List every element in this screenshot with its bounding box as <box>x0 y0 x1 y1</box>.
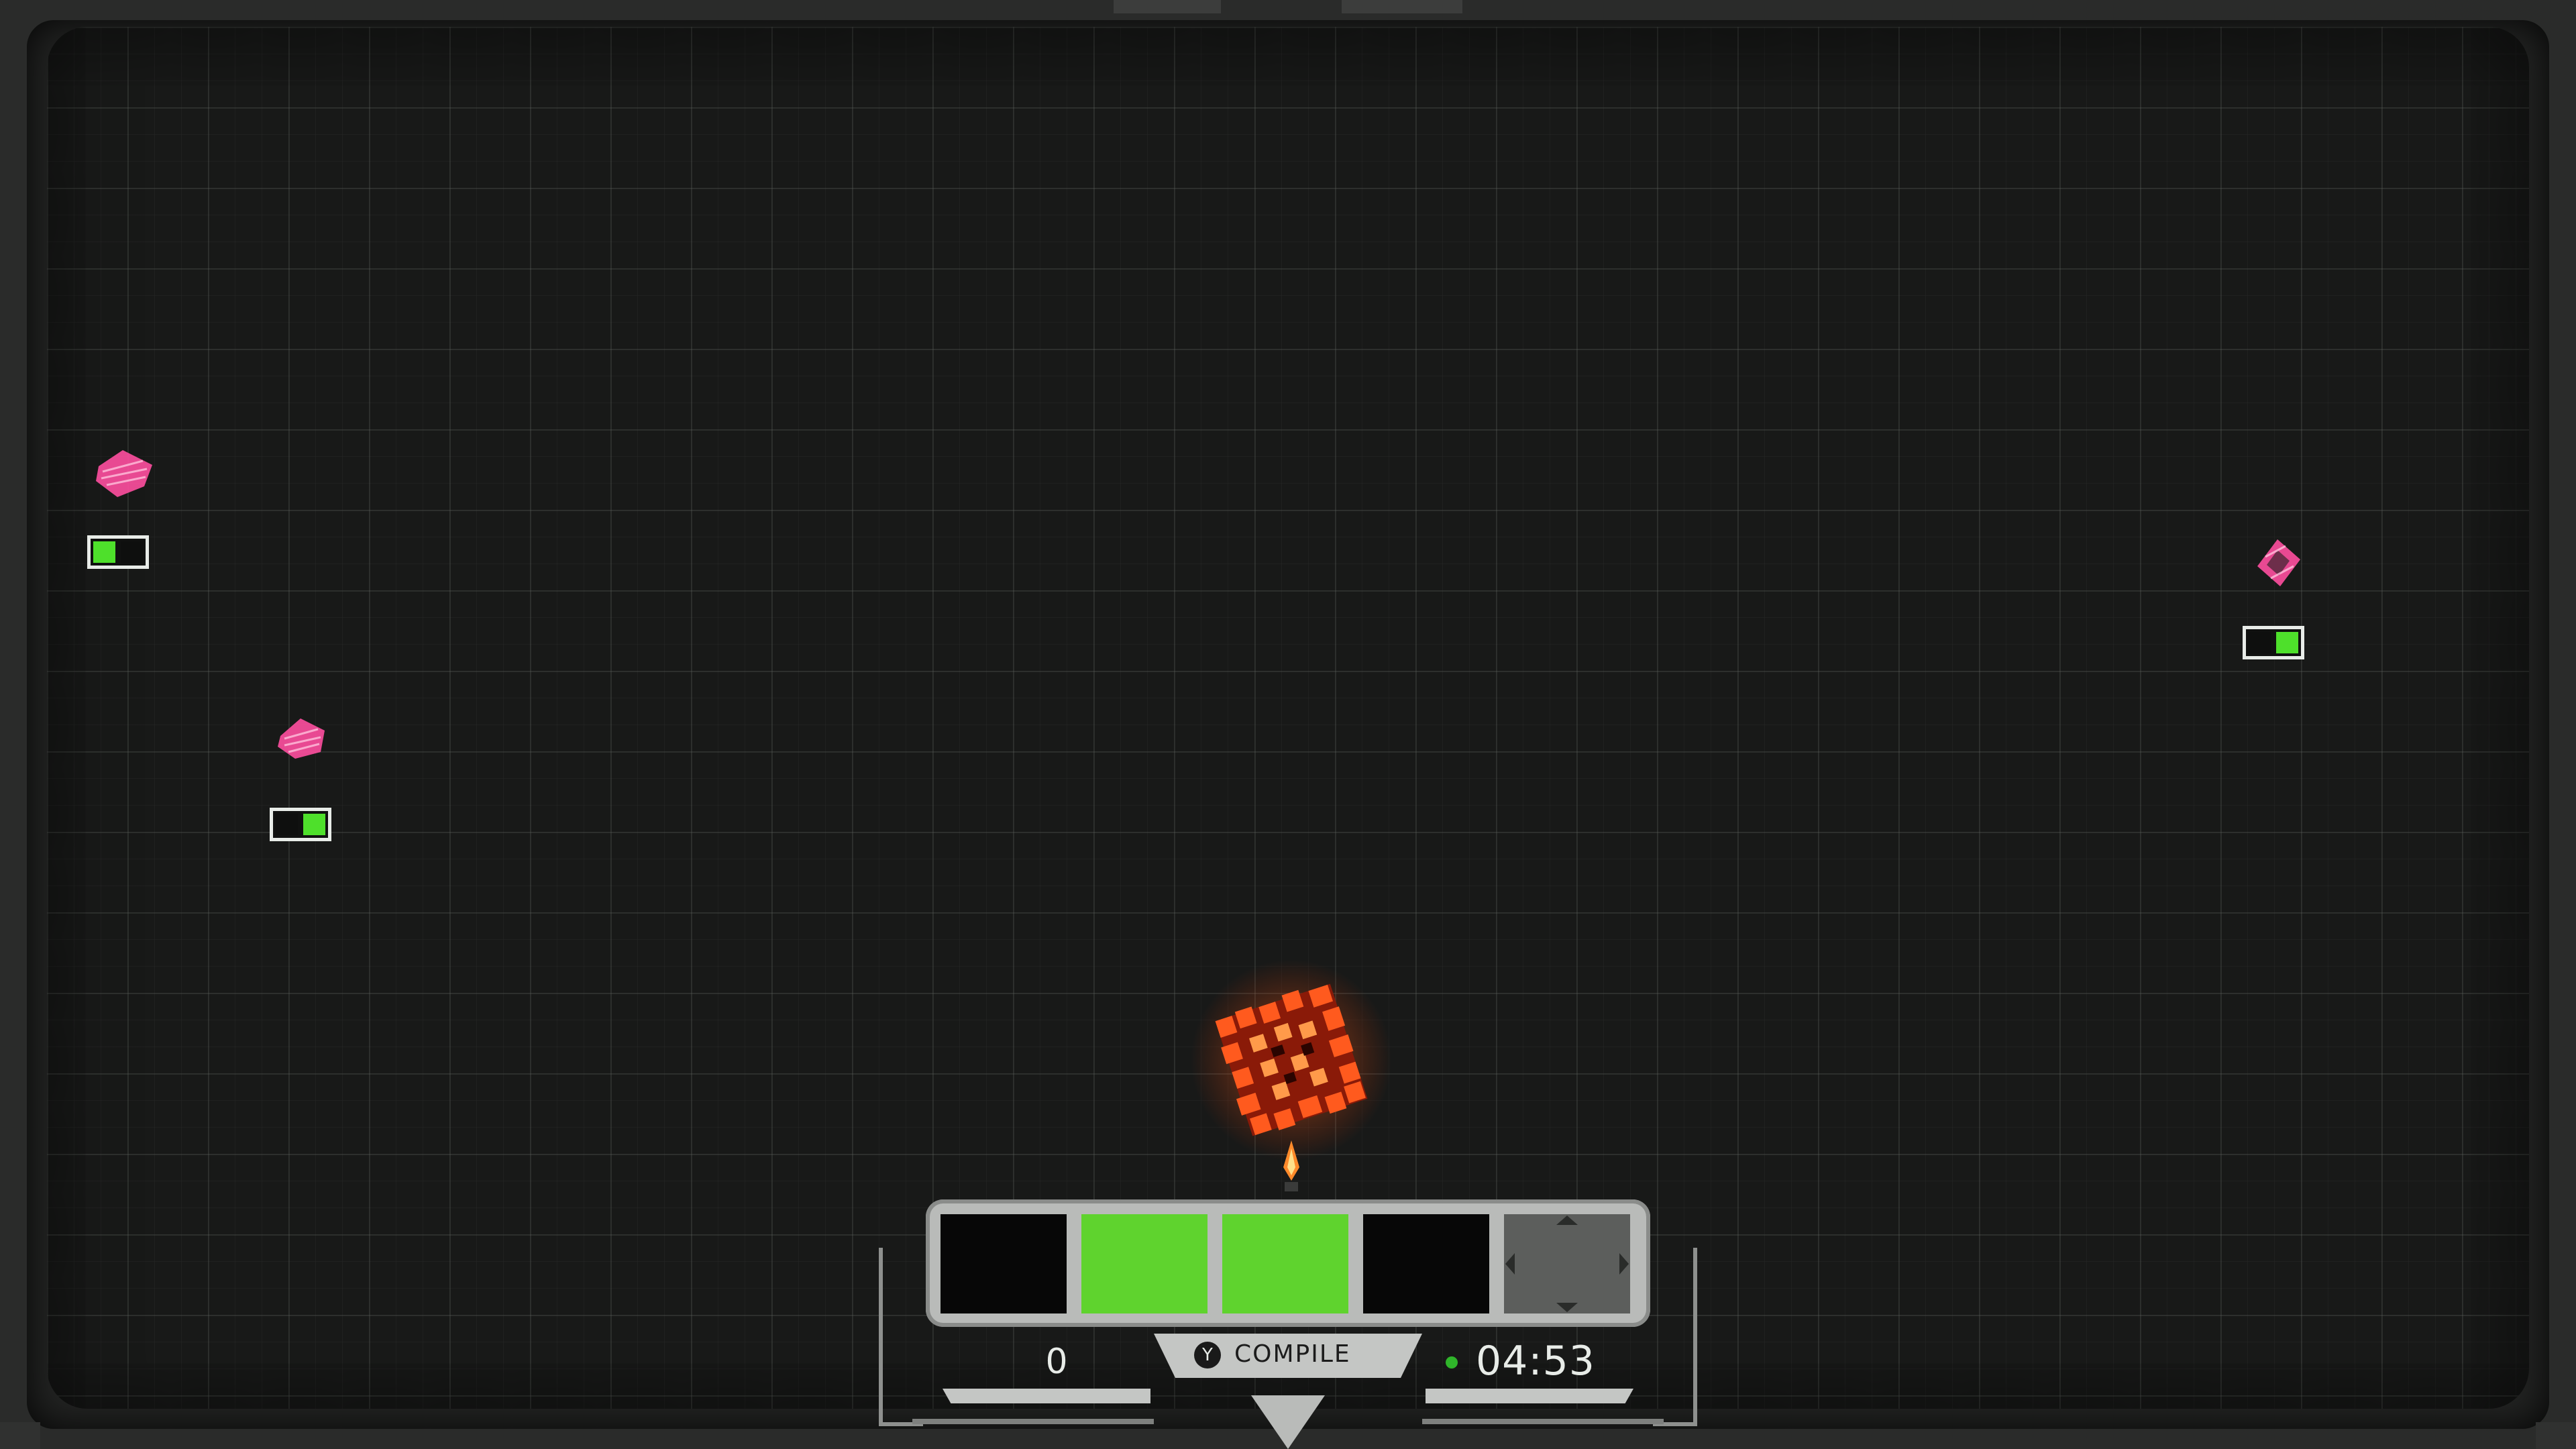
hud-rail-left <box>943 1389 1150 1403</box>
health-segment <box>2276 632 2298 653</box>
program-slot-5[interactable] <box>1504 1214 1630 1313</box>
enemy-2-shard-icon <box>275 714 329 761</box>
status-dot-icon <box>1446 1356 1458 1368</box>
player-cube-icon <box>1191 959 1392 1161</box>
enemy-3-shard-icon <box>2251 537 2304 590</box>
hud-panel: 0 Y COMPILE 04:53 <box>872 1187 1704 1449</box>
hud-base-right <box>1422 1419 1664 1424</box>
hud-center-chevron <box>1251 1395 1325 1449</box>
program-slot-bar <box>926 1199 1650 1327</box>
hud-base-left <box>912 1419 1154 1424</box>
hud-stat-row: 0 Y COMPILE 04:53 <box>872 1328 1704 1385</box>
program-slot-1[interactable] <box>941 1214 1067 1313</box>
program-slot-3[interactable] <box>1222 1214 1348 1313</box>
program-slot-2[interactable] <box>1081 1214 1208 1313</box>
dpad-icon <box>1505 1216 1629 1312</box>
program-slot-4[interactable] <box>1363 1214 1489 1313</box>
score-value: 0 <box>1045 1342 1068 1382</box>
health-segment <box>2249 632 2271 653</box>
enemy-1-shard-icon <box>91 446 158 500</box>
enemy-1-health-bar <box>87 535 149 569</box>
player-thruster <box>1278 1140 1305 1194</box>
bottom-corner-right <box>2536 1422 2576 1449</box>
top-notch-left <box>1114 0 1221 13</box>
enemy-2-health-bar <box>270 808 331 841</box>
top-notch-right <box>1342 0 1462 13</box>
health-segment <box>276 814 298 835</box>
enemy-3-health-bar <box>2243 626 2304 659</box>
health-segment <box>303 814 325 835</box>
timer-value: 04:53 <box>1476 1338 1595 1385</box>
hud-rail-right <box>1426 1389 1633 1403</box>
bottom-corner-left <box>0 1422 40 1449</box>
compile-label: COMPILE <box>1234 1340 1351 1368</box>
health-segment <box>93 541 115 563</box>
y-button-icon: Y <box>1194 1342 1221 1368</box>
health-segment <box>121 541 143 563</box>
